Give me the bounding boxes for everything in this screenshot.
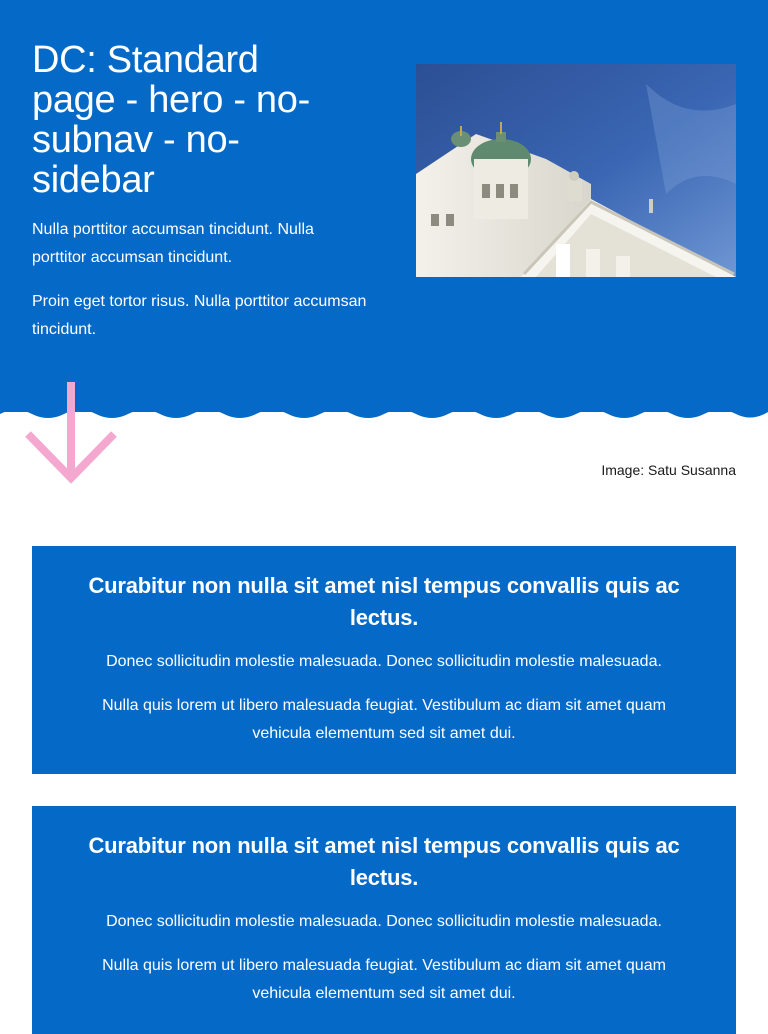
card-paragraph: Nulla quis lorem ut libero malesuada feu… <box>102 697 666 742</box>
page-title: DC: Standard page - hero - no-subnav - n… <box>32 39 310 201</box>
image-caption: Image: Satu Susanna <box>601 462 736 478</box>
card-paragraph: Nulla quis lorem ut libero malesuada feu… <box>102 957 666 1002</box>
card-title: Curabitur non nulla sit amet nisl tempus… <box>88 833 680 890</box>
hero-lead-paragraph: Nulla porttitor accumsan tincidunt. Null… <box>32 221 314 266</box>
hero-section: DC: Standard page - hero - no-subnav - n… <box>0 0 768 412</box>
hero-secondary-paragraph: Proin eget tortor risus. Nulla porttitor… <box>32 293 367 338</box>
card-title: Curabitur non nulla sit amet nisl tempus… <box>88 573 680 630</box>
content-card: Curabitur non nulla sit amet nisl tempus… <box>32 806 736 1034</box>
content-card: Curabitur non nulla sit amet nisl tempus… <box>32 546 736 774</box>
card-paragraph: Donec sollicitudin molestie malesuada. D… <box>106 913 662 930</box>
arrow-down-icon <box>25 382 117 484</box>
hero-image <box>416 64 736 277</box>
card-paragraph: Donec sollicitudin molestie malesuada. D… <box>106 653 662 670</box>
